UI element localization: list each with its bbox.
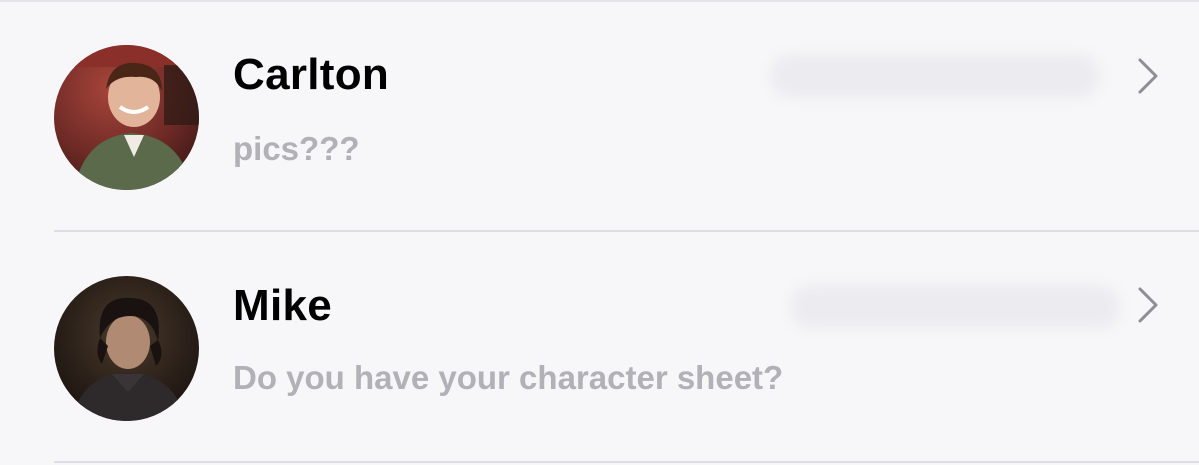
redacted-timestamp bbox=[770, 54, 1100, 98]
chevron-right-icon bbox=[1133, 285, 1163, 325]
conversation-row[interactable]: Mike Do you have your character sheet? bbox=[0, 233, 1199, 463]
message-preview: Do you have your character sheet? bbox=[233, 359, 784, 396]
contact-name: Carlton bbox=[233, 50, 390, 99]
row-divider bbox=[54, 461, 1199, 463]
carlton-avatar bbox=[54, 45, 199, 190]
message-preview: pics??? bbox=[233, 130, 360, 167]
row-divider bbox=[54, 230, 1199, 232]
conversation-row[interactable]: Carlton pics??? bbox=[0, 2, 1199, 232]
chevron-right-icon bbox=[1133, 56, 1163, 96]
mike-avatar bbox=[54, 276, 199, 421]
message-list: Carlton pics??? Mike Do you have your ch… bbox=[0, 0, 1199, 465]
contact-name: Mike bbox=[233, 281, 333, 330]
redacted-timestamp bbox=[790, 285, 1120, 329]
